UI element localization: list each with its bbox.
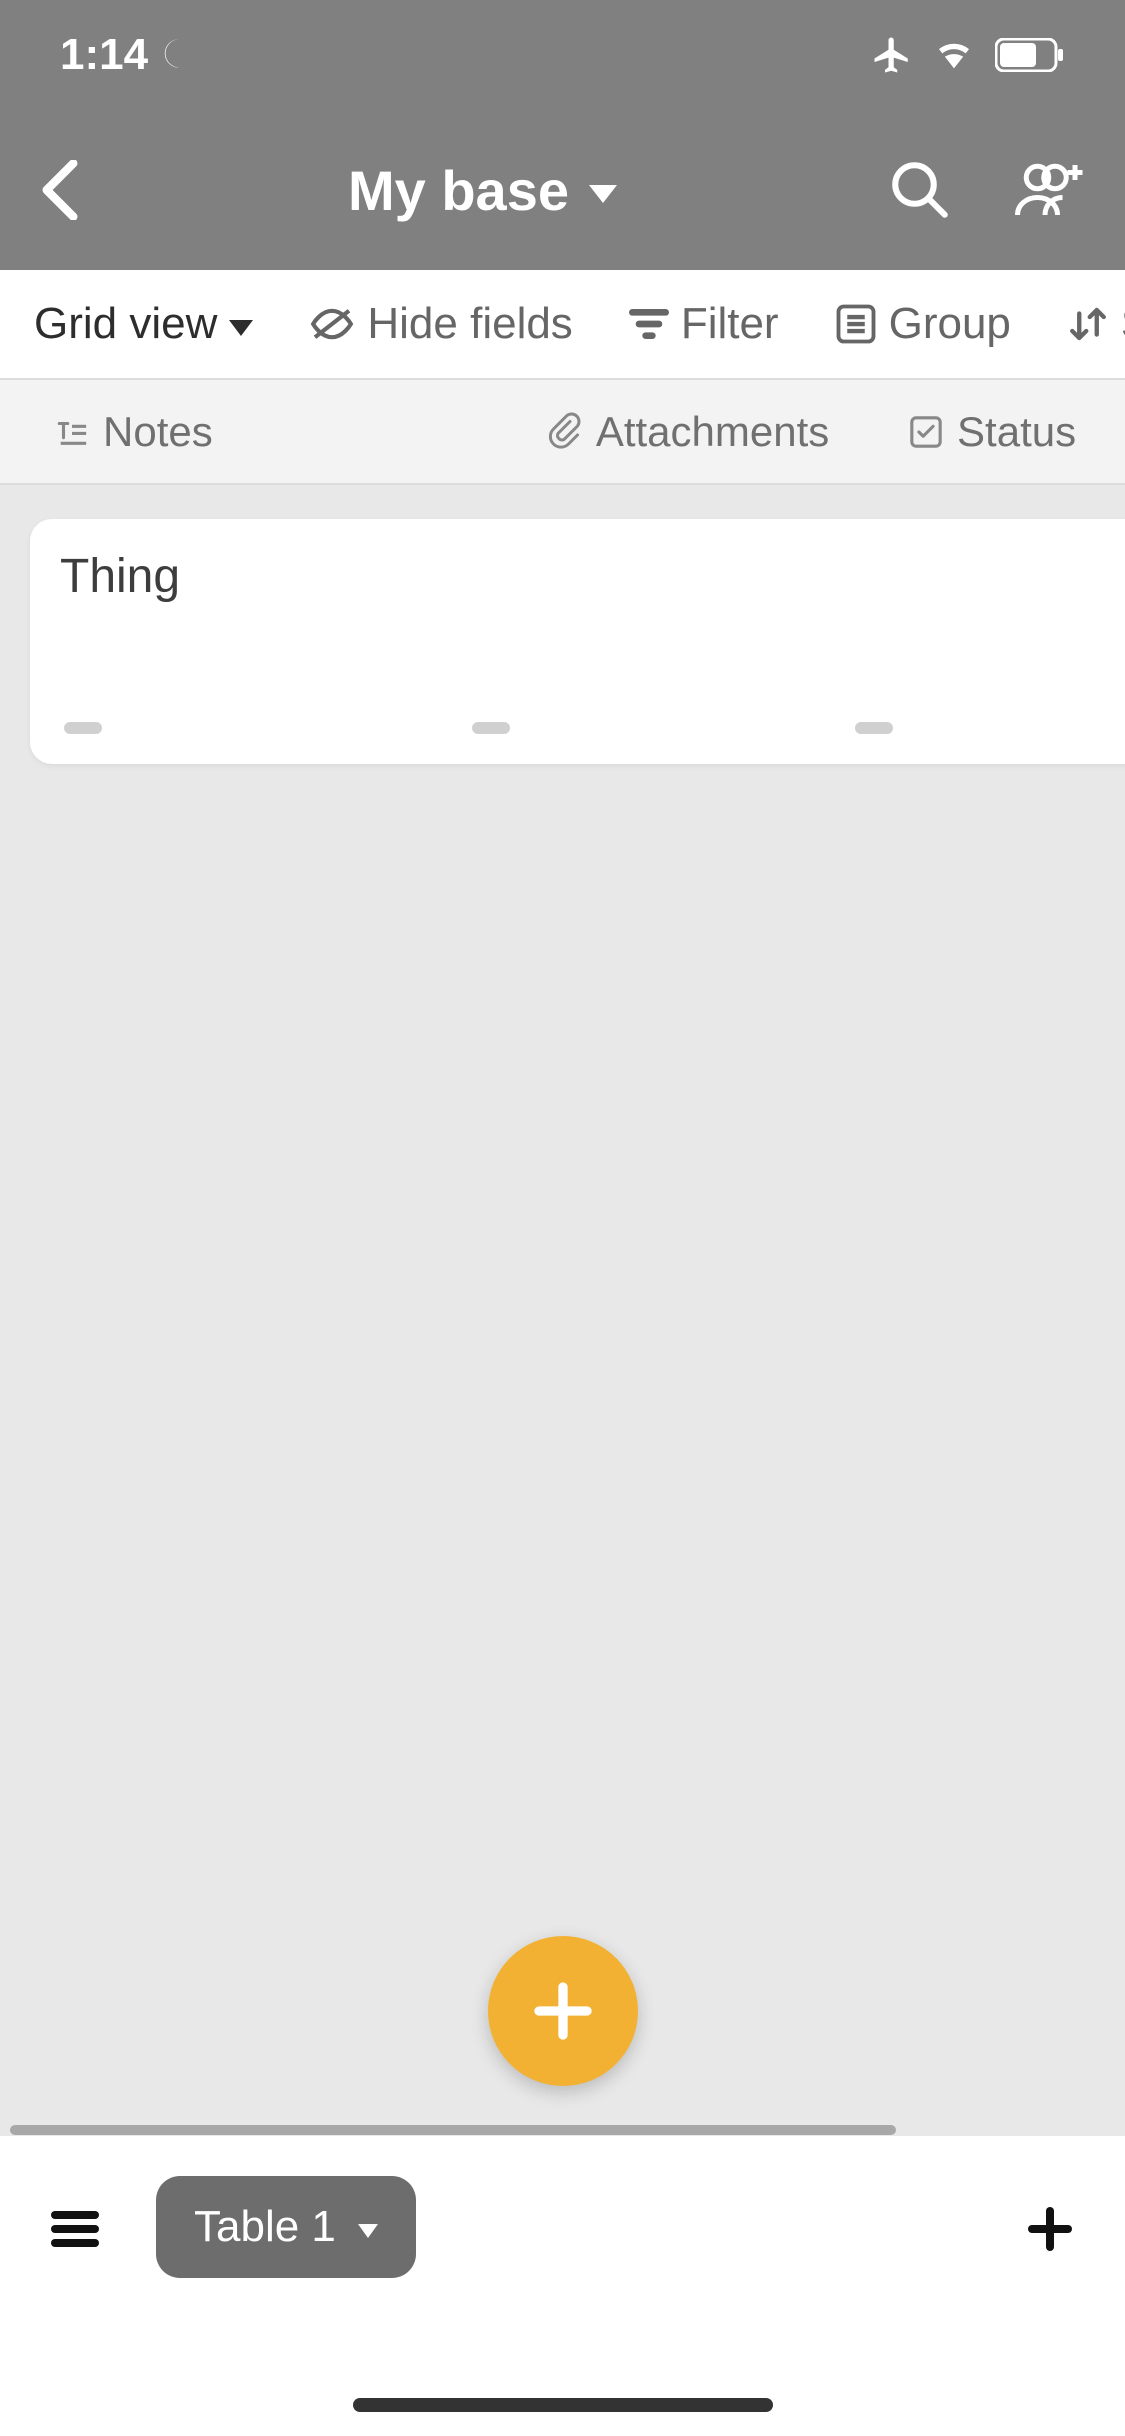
- column-notes[interactable]: Notes: [55, 408, 546, 456]
- table-selector[interactable]: Table 1: [156, 2176, 416, 2278]
- record-card[interactable]: Thing: [30, 519, 1125, 764]
- empty-cell-placeholder: [472, 722, 510, 734]
- attachment-icon: [546, 412, 582, 452]
- base-title: My base: [348, 158, 569, 223]
- base-title-dropdown[interactable]: My base: [130, 158, 835, 223]
- hide-fields-button[interactable]: Hide fields: [309, 299, 572, 349]
- hide-fields-label: Hide fields: [367, 299, 572, 349]
- sort-icon: [1067, 303, 1109, 345]
- record-placeholders: [60, 722, 1105, 734]
- view-toolbar[interactable]: Grid view Hide fields Filter Group Sort: [0, 270, 1125, 380]
- group-label: Group: [889, 299, 1011, 349]
- empty-cell-placeholder: [855, 722, 893, 734]
- search-button[interactable]: [875, 145, 965, 235]
- status-left: 1:14: [60, 30, 198, 80]
- eye-off-icon: [309, 307, 355, 341]
- chevron-left-icon: [40, 160, 80, 220]
- add-record-fab[interactable]: [488, 1936, 638, 2086]
- sort-button[interactable]: Sort: [1067, 299, 1125, 349]
- chevron-down-icon: [589, 185, 617, 203]
- battery-icon: [995, 38, 1065, 72]
- column-label: Status: [957, 408, 1076, 456]
- airplane-mode-icon: [871, 34, 913, 76]
- group-button[interactable]: Group: [835, 299, 1011, 349]
- column-label: Notes: [103, 408, 213, 456]
- chevron-down-icon: [358, 2224, 378, 2238]
- plus-icon: [1026, 2205, 1074, 2253]
- status-right: [871, 34, 1065, 76]
- menu-icon: [51, 2209, 99, 2249]
- column-attachments[interactable]: Attachments: [546, 408, 909, 456]
- back-button[interactable]: [30, 160, 90, 220]
- records-area[interactable]: Thing: [0, 485, 1125, 764]
- do-not-disturb-icon: [160, 36, 198, 74]
- horizontal-scrollbar[interactable]: [10, 2125, 896, 2135]
- column-status[interactable]: Status: [909, 408, 1125, 456]
- search-icon: [887, 157, 953, 223]
- sort-label: Sort: [1121, 299, 1125, 349]
- column-headers: Notes Attachments Status: [0, 380, 1125, 485]
- home-indicator[interactable]: [353, 2398, 773, 2412]
- checkbox-icon: [909, 415, 943, 449]
- group-icon: [835, 303, 877, 345]
- record-title: Thing: [60, 549, 1105, 604]
- plus-icon: [531, 1979, 595, 2043]
- tables-menu-button[interactable]: [40, 2194, 110, 2264]
- add-table-button[interactable]: [1015, 2194, 1085, 2264]
- people-plus-icon: [1015, 160, 1085, 220]
- view-selector[interactable]: Grid view: [34, 299, 253, 349]
- status-bar: 1:14: [0, 0, 1125, 110]
- filter-button[interactable]: Filter: [629, 299, 779, 349]
- filter-label: Filter: [681, 299, 779, 349]
- column-label: Attachments: [596, 408, 829, 456]
- table-name: Table 1: [194, 2202, 336, 2252]
- empty-cell-placeholder: [64, 722, 102, 734]
- chevron-down-icon: [229, 320, 253, 336]
- view-label: Grid view: [34, 299, 217, 349]
- bottom-tabs-bar: Table 1: [0, 2136, 1125, 2436]
- filter-icon: [629, 307, 669, 341]
- text-icon: [55, 417, 89, 447]
- share-button[interactable]: [1005, 145, 1095, 235]
- header: My base: [0, 110, 1125, 270]
- wifi-icon: [931, 35, 977, 75]
- status-time: 1:14: [60, 30, 148, 80]
